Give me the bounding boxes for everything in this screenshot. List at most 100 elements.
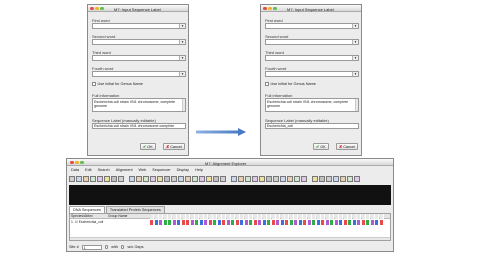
nucleotide-cell[interactable] — [298, 220, 303, 225]
nucleotide-cell[interactable] — [280, 220, 285, 225]
menu-search[interactable]: Search — [98, 167, 110, 173]
nucleotide-cell[interactable] — [235, 220, 240, 225]
toolbar-button-icon[interactable] — [319, 176, 325, 182]
header-cell[interactable] — [321, 214, 325, 219]
header-cell[interactable] — [298, 214, 303, 219]
window-controls[interactable] — [90, 6, 104, 10]
toolbar-button-icon[interactable] — [178, 176, 184, 182]
full-information-textarea[interactable]: Escherichia coli strain VN1 chromosome, … — [265, 98, 359, 112]
nucleotide-cell[interactable] — [204, 220, 208, 225]
header-cell[interactable] — [190, 214, 195, 219]
header-cell[interactable] — [226, 214, 231, 219]
toolbar-button-icon[interactable] — [326, 176, 332, 182]
nucleotide-cell[interactable] — [375, 220, 379, 225]
nucleotide-cell[interactable] — [316, 220, 321, 225]
nucleotide-cell[interactable] — [150, 220, 154, 225]
nucleotide-cell[interactable] — [303, 220, 307, 225]
sequence-label-input[interactable]: Escherichia_coli — [265, 123, 359, 129]
window-controls[interactable] — [263, 6, 277, 10]
nucleotide-cell[interactable] — [325, 220, 330, 225]
nucleotide-cell[interactable] — [240, 220, 244, 225]
nucleotide-cell[interactable] — [195, 220, 199, 225]
fourth-word-select[interactable]: ▾ — [92, 71, 186, 77]
header-cell[interactable] — [370, 214, 375, 219]
zoom-icon[interactable] — [100, 6, 104, 10]
toolbar-button-icon[interactable] — [347, 176, 353, 182]
close-icon[interactable] — [90, 6, 94, 10]
header-cell[interactable] — [168, 214, 172, 219]
toolbar-button-icon[interactable] — [266, 176, 272, 182]
toolbar-button-icon[interactable] — [118, 176, 124, 182]
menu-data[interactable]: Data — [71, 167, 79, 173]
toolbar-button-icon[interactable] — [206, 176, 212, 182]
nucleotide-cell[interactable] — [159, 220, 163, 225]
toolbar-button-icon[interactable] — [231, 176, 237, 182]
nucleotide-cell[interactable] — [231, 220, 235, 225]
toolbar-button-icon[interactable] — [259, 176, 265, 182]
toolbar-button-icon[interactable] — [97, 176, 103, 182]
header-cell[interactable] — [249, 214, 253, 219]
menu-alignment[interactable]: Alignment — [116, 167, 133, 173]
nucleotide-cell[interactable] — [366, 220, 370, 225]
nucleotide-cell[interactable] — [217, 220, 222, 225]
header-cell[interactable] — [154, 214, 159, 219]
sequence-row[interactable]: 1. ☑ Escherichia_coli — [71, 220, 103, 224]
nucleotide-cell[interactable] — [307, 220, 312, 225]
header-cell[interactable] — [294, 214, 298, 219]
minimize-icon[interactable] — [268, 6, 272, 10]
toolbar-button-icon[interactable] — [143, 176, 149, 182]
horizontal-scrollbar[interactable] — [70, 237, 390, 240]
nucleotide-cell[interactable] — [249, 220, 253, 225]
toolbar-button-icon[interactable] — [157, 176, 163, 182]
header-cell[interactable] — [213, 214, 217, 219]
toolbar-button-icon[interactable] — [185, 176, 191, 182]
toolbar-button-icon[interactable] — [150, 176, 156, 182]
header-cell[interactable] — [150, 214, 154, 219]
minimize-icon[interactable] — [95, 6, 99, 10]
header-cell[interactable] — [334, 214, 339, 219]
menu-sequencer[interactable]: Sequencer — [152, 167, 170, 173]
header-cell[interactable] — [285, 214, 289, 219]
header-cell[interactable] — [258, 214, 262, 219]
toolbar-button-icon[interactable] — [333, 176, 339, 182]
menu-help[interactable]: Help — [195, 167, 203, 173]
window-controls[interactable] — [70, 160, 84, 164]
zoom-icon[interactable] — [80, 160, 84, 164]
header-cell[interactable] — [352, 214, 357, 219]
toolbar-button-icon[interactable] — [199, 176, 205, 182]
header-cell[interactable] — [289, 214, 294, 219]
tab-dna-sequences[interactable]: DNA Sequences — [69, 206, 105, 213]
nucleotide-cell[interactable] — [289, 220, 294, 225]
toolbar-button-icon[interactable] — [252, 176, 258, 182]
toolbar-button-icon[interactable] — [220, 176, 226, 182]
toolbar-button-icon[interactable] — [136, 176, 142, 182]
close-icon[interactable] — [263, 6, 267, 10]
toolbar-button-icon[interactable] — [238, 176, 244, 182]
header-cell[interactable] — [348, 214, 352, 219]
header-cell[interactable] — [231, 214, 235, 219]
toolbar-button-icon[interactable] — [213, 176, 219, 182]
group-column-header[interactable]: Group Name — [108, 214, 127, 219]
nucleotide-cell[interactable] — [321, 220, 325, 225]
nucleotide-cell[interactable] — [199, 220, 204, 225]
with-gaps-radio[interactable] — [104, 245, 109, 249]
nucleotide-cell[interactable] — [276, 220, 280, 225]
site-number-input[interactable]: 1 — [81, 244, 102, 250]
without-gaps-radio[interactable] — [120, 245, 125, 249]
toolbar-button-icon[interactable] — [301, 176, 307, 182]
nucleotide-cell[interactable] — [267, 220, 271, 225]
toolbar-button-icon[interactable] — [294, 176, 300, 182]
third-word-select[interactable]: ▾ — [265, 55, 359, 61]
header-cell[interactable] — [316, 214, 321, 219]
header-cell[interactable] — [366, 214, 370, 219]
header-cell[interactable] — [339, 214, 343, 219]
nucleotide-cell[interactable] — [339, 220, 343, 225]
second-word-select[interactable]: ▾ — [265, 39, 359, 45]
scrollbar[interactable] — [355, 99, 358, 111]
zoom-icon[interactable] — [273, 6, 277, 10]
first-word-select[interactable]: ▾ — [265, 23, 359, 29]
header-cell[interactable] — [163, 214, 168, 219]
nucleotide-cell[interactable] — [168, 220, 172, 225]
toolbar-button-icon[interactable] — [129, 176, 135, 182]
nucleotide-cell[interactable] — [271, 220, 276, 225]
